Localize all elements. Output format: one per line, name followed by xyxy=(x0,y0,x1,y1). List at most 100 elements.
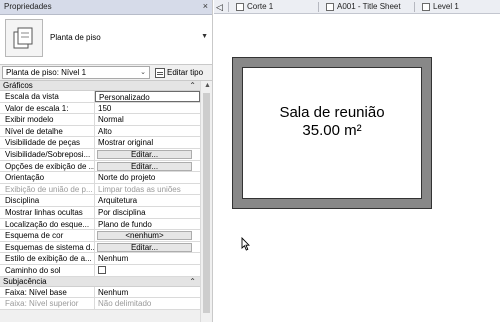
section-graphics[interactable]: Gráficos ⌃ xyxy=(0,81,200,91)
instance-filter-row: Planta de piso: Nível 1 ⌄ Editar tipo xyxy=(0,65,212,81)
property-value[interactable]: 150 xyxy=(95,103,200,114)
view-tab-bar: ◁ Corte 1 A001 - Title Sheet Level 1 xyxy=(214,0,500,14)
property-row[interactable]: Exibir modelo Normal xyxy=(0,114,200,126)
property-row[interactable]: Esquema de cor <nenhum> xyxy=(0,230,200,242)
property-row[interactable]: Caminho do sol xyxy=(0,264,200,277)
property-row[interactable]: Localização do esque... Plano de fundo xyxy=(0,218,200,231)
property-row[interactable]: Visibilidade/Sobreposi... Editar... xyxy=(0,148,200,161)
property-name: Esquema de cor xyxy=(0,230,95,241)
palette-title-bar[interactable]: Propriedades × xyxy=(0,0,212,15)
property-name: Caminho do sol xyxy=(0,264,95,276)
property-name: Esquemas de sistema d... xyxy=(0,241,95,253)
tab-label: A001 - Title Sheet xyxy=(337,2,401,11)
property-value-cell[interactable]: Editar... xyxy=(95,242,200,253)
tab-level-1[interactable]: Level 1 xyxy=(414,0,459,14)
property-name: Exibição de união de p... xyxy=(0,183,95,195)
edit-type-icon xyxy=(155,67,165,78)
property-value[interactable]: Nenhum xyxy=(95,287,200,298)
property-value[interactable]: Alto xyxy=(95,126,200,137)
mouse-cursor-icon xyxy=(241,236,251,253)
property-value[interactable]: Personalizado xyxy=(95,91,200,102)
room-walls[interactable]: Sala de reunião 35.00 m² xyxy=(232,57,432,209)
type-name: Planta de piso xyxy=(50,33,101,42)
property-value-cell[interactable]: Editar... xyxy=(95,161,200,172)
property-name: Exibir modelo xyxy=(0,114,95,125)
property-row[interactable]: Faixa: Nível base Nenhum xyxy=(0,286,200,299)
property-button[interactable]: Editar... xyxy=(97,161,192,171)
palette-title: Propriedades xyxy=(4,2,52,11)
property-value: Não delimitado xyxy=(98,299,152,309)
property-row[interactable]: Mostrar linhas ocultas Por disciplina xyxy=(0,206,200,219)
property-name: Valor de escala 1: xyxy=(0,102,95,114)
floor-plan-thumbnail-icon xyxy=(5,19,43,57)
property-value[interactable]: Plano de fundo xyxy=(95,219,200,230)
property-value[interactable]: Nenhum xyxy=(95,253,200,264)
property-name: Visibilidade/Sobreposi... xyxy=(0,148,95,160)
property-name: Estilo de exibição de a... xyxy=(0,253,95,264)
property-row[interactable]: Exibição de união de p... Limpar todas as… xyxy=(0,183,200,196)
property-name: Mostrar linhas ocultas xyxy=(0,206,95,218)
property-row[interactable]: Nível de detalhe Alto xyxy=(0,125,200,138)
property-name: Escala da vista xyxy=(0,91,95,102)
property-button[interactable]: Editar... xyxy=(97,242,192,252)
property-name: Orientação xyxy=(0,172,95,183)
property-name: Visibilidade de peças xyxy=(0,137,95,148)
property-value[interactable]: Mostrar original xyxy=(95,137,200,148)
dropdown-arrow-icon[interactable]: ▼ xyxy=(201,33,208,40)
property-name: Localização do esque... xyxy=(0,218,95,230)
tab-title-sheet[interactable]: A001 - Title Sheet xyxy=(318,0,401,14)
tab-scroll-left-icon[interactable]: ◁ xyxy=(216,0,223,14)
property-value[interactable]: Norte do projeto xyxy=(95,172,200,183)
property-row[interactable]: Faixa: Nível superior Não delimitado xyxy=(0,298,200,310)
tab-section-1[interactable]: Corte 1 xyxy=(228,0,273,14)
property-name: Faixa: Nível superior xyxy=(0,298,95,309)
type-selector[interactable]: Planta de piso ▼ xyxy=(0,15,212,65)
property-button[interactable]: Editar... xyxy=(97,149,192,159)
property-row[interactable]: Opções de exibição de ... Editar... xyxy=(0,160,200,173)
property-value[interactable]: Por disciplina xyxy=(95,207,200,218)
property-row[interactable]: Visibilidade de peças Mostrar original xyxy=(0,137,200,149)
room-area-tag[interactable]: 35.00 m² xyxy=(243,122,421,139)
drawing-canvas[interactable]: Sala de reunião 35.00 m² xyxy=(214,15,500,322)
property-row[interactable]: Orientação Norte do projeto xyxy=(0,172,200,184)
property-row[interactable]: Escala da vista Personalizado xyxy=(0,91,200,103)
tab-label: Level 1 xyxy=(433,2,459,11)
checkbox[interactable] xyxy=(98,265,106,274)
edit-type-button[interactable]: Editar tipo xyxy=(153,66,205,79)
chevron-down-icon: ⌄ xyxy=(140,69,146,76)
property-value-cell[interactable] xyxy=(95,265,200,276)
property-row[interactable]: Disciplina Arquitetura xyxy=(0,195,200,207)
properties-palette: Propriedades × Planta de piso ▼ Planta d… xyxy=(0,0,213,322)
close-icon[interactable]: × xyxy=(203,1,208,11)
floor-plan-view-icon xyxy=(422,3,430,11)
scroll-up-icon[interactable]: ▲ xyxy=(204,82,211,89)
edit-type-label: Editar tipo xyxy=(167,68,204,77)
property-value[interactable]: Normal xyxy=(95,114,200,125)
property-value-cell[interactable]: Editar... xyxy=(95,149,200,160)
section-underlay-label: Subjacência xyxy=(3,276,47,286)
property-value-cell[interactable]: <nenhum> xyxy=(95,230,200,241)
property-value[interactable]: Arquitetura xyxy=(95,195,200,206)
instance-filter-dropdown[interactable]: Planta de piso: Nível 1 ⌄ xyxy=(2,66,150,79)
property-name: Disciplina xyxy=(0,195,95,206)
property-row[interactable]: Valor de escala 1: 150 xyxy=(0,102,200,115)
palette-scrollbar[interactable]: ▲ xyxy=(200,81,212,322)
sheet-view-icon xyxy=(326,3,334,11)
property-name: Opções de exibição de ... xyxy=(0,160,95,172)
tab-label: Corte 1 xyxy=(247,2,274,11)
room[interactable]: Sala de reunião 35.00 m² xyxy=(242,67,422,199)
scrollbar-thumb[interactable] xyxy=(203,93,210,313)
collapse-icon[interactable]: ⌃ xyxy=(189,81,196,91)
property-button[interactable]: <nenhum> xyxy=(97,231,192,241)
property-name: Nível de detalhe xyxy=(0,125,95,137)
property-value: Limpar todas as uniões xyxy=(98,184,181,194)
instance-filter-value: Planta de piso: Nível 1 xyxy=(6,68,87,77)
section-view-icon xyxy=(236,3,244,11)
collapse-icon[interactable]: ⌃ xyxy=(189,277,196,287)
section-underlay[interactable]: Subjacência ⌃ xyxy=(0,276,200,287)
property-row[interactable]: Estilo de exibição de a... Nenhum xyxy=(0,253,200,265)
property-name: Faixa: Nível base xyxy=(0,286,95,298)
property-row[interactable]: Esquemas de sistema d... Editar... xyxy=(0,241,200,254)
room-name-tag[interactable]: Sala de reunião xyxy=(243,104,421,121)
section-graphics-label: Gráficos xyxy=(3,81,33,90)
